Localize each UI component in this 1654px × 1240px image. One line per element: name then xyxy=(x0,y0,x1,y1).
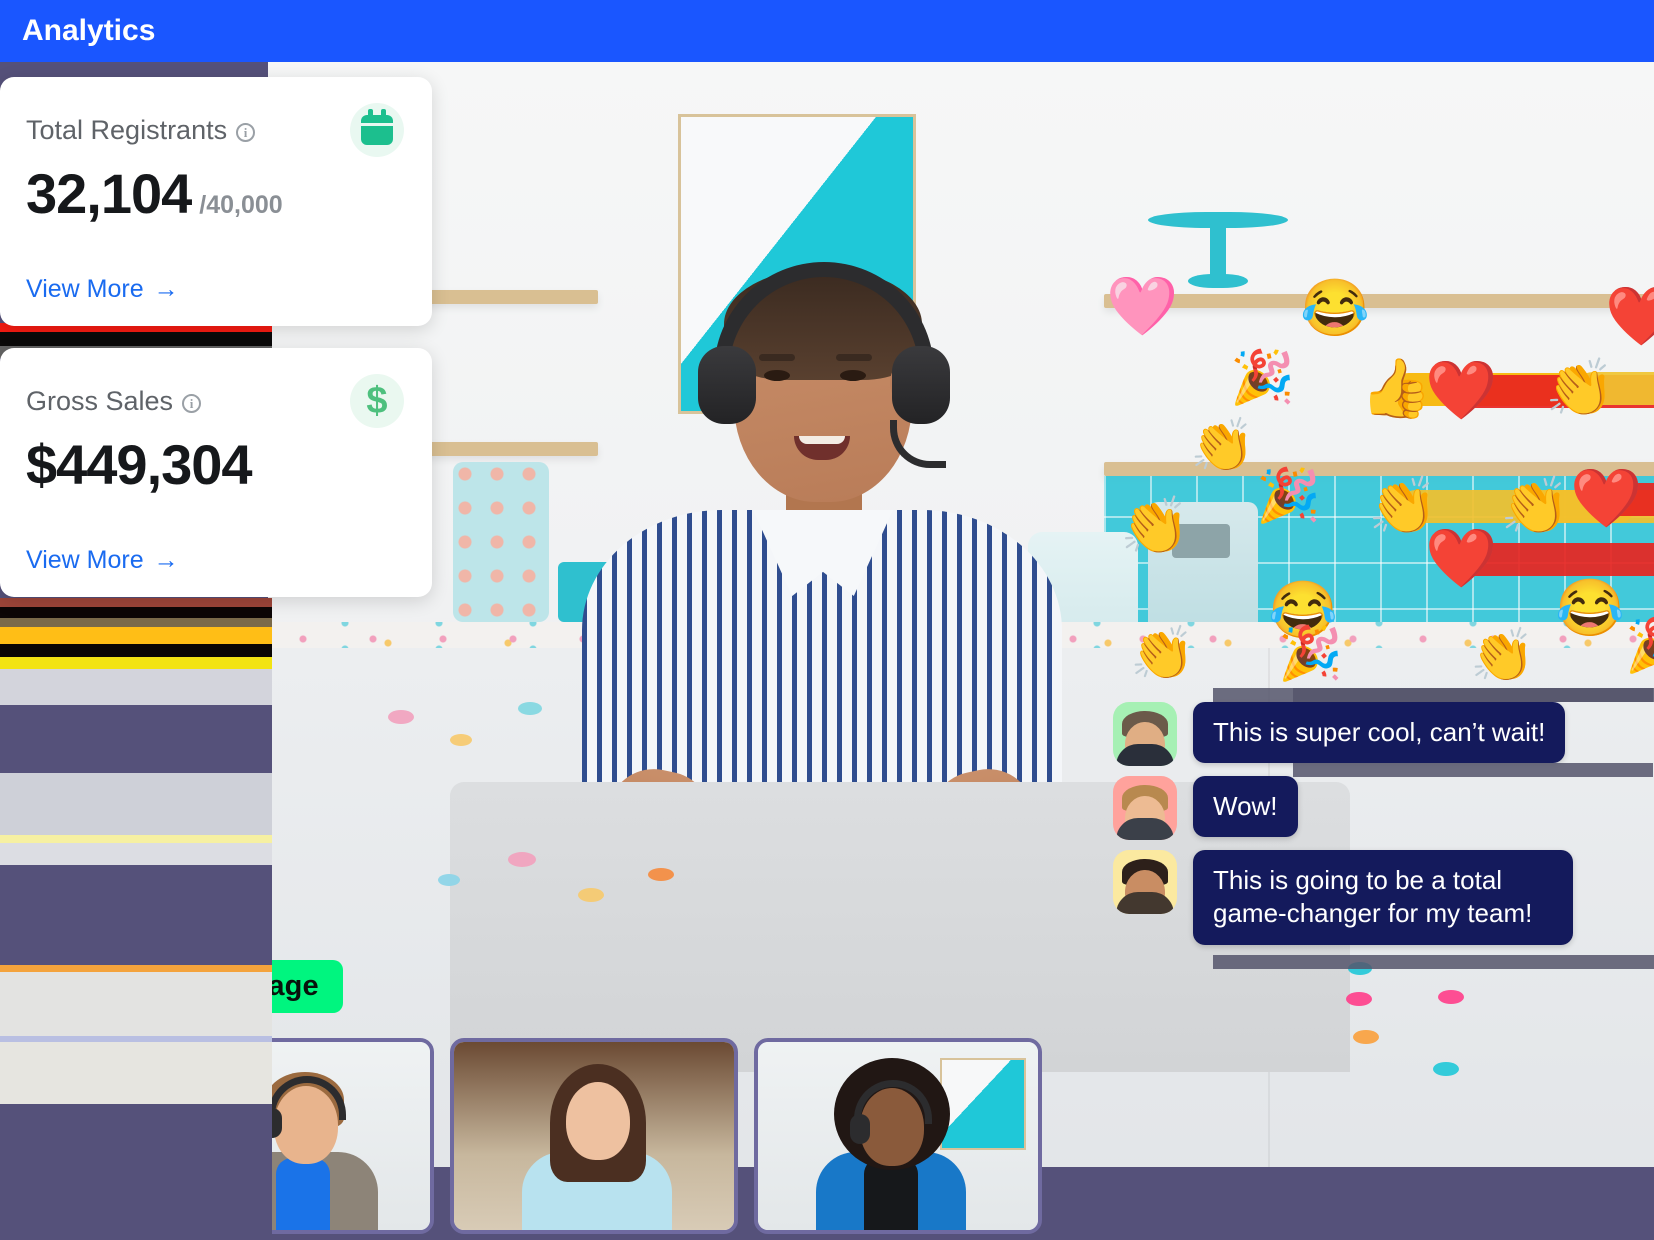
metric-card-registrants[interactable]: Total Registrants i 32,104 /40,000 View … xyxy=(0,77,432,326)
artifact-band xyxy=(0,644,272,657)
artifact-band xyxy=(0,865,272,965)
artifact-band xyxy=(0,627,272,644)
avatar[interactable] xyxy=(1113,776,1177,840)
metric-target: /40,000 xyxy=(199,191,283,219)
chat-message: This is super cool, can’t wait! xyxy=(1113,687,1654,778)
cake-stand xyxy=(1148,212,1288,294)
artifact-band xyxy=(0,657,272,669)
dollar-glyph: $ xyxy=(366,380,388,422)
arrow-right-icon: → xyxy=(153,546,179,574)
card-header: Gross Sales i $ xyxy=(0,348,432,428)
view-more-link[interactable]: View More → xyxy=(26,275,179,304)
card-value-row: $449,304 xyxy=(0,428,432,497)
participant-thumbnail[interactable] xyxy=(754,1038,1042,1234)
artifact-band xyxy=(0,618,272,627)
artifact-band xyxy=(0,1042,272,1104)
metric-value: 32,104 xyxy=(26,162,192,225)
analytics-topbar: Analytics xyxy=(0,0,1654,62)
canister xyxy=(453,462,549,622)
card-label: Total Registrants xyxy=(26,114,228,145)
artifact-band xyxy=(0,598,272,607)
avatar[interactable] xyxy=(1113,702,1177,766)
calendar-icon xyxy=(350,103,404,157)
thumbnail-face xyxy=(566,1082,630,1160)
main-speaker-video[interactable] xyxy=(268,62,1654,1167)
artifact-band xyxy=(0,705,272,773)
info-icon[interactable]: i xyxy=(236,122,256,142)
thumbnail-shirt xyxy=(276,1158,330,1230)
view-more-link[interactable]: View More → xyxy=(26,546,179,575)
card-value-row: 32,104 /40,000 xyxy=(0,157,432,226)
arrow-right-icon: → xyxy=(153,275,179,303)
chat-bubble: This is going to be a total game-changer… xyxy=(1193,850,1573,945)
participant-thumbnail[interactable] xyxy=(450,1038,738,1234)
headset-earcup-icon xyxy=(850,1114,870,1144)
metric-card-gross-sales[interactable]: Gross Sales i $ $449,304 View More → xyxy=(0,348,432,597)
avatar[interactable] xyxy=(1113,850,1177,914)
page-title: Analytics xyxy=(22,14,156,47)
view-more-label: View More xyxy=(26,275,144,303)
chat-message: This is going to be a total game-changer… xyxy=(1113,850,1654,945)
artifact-band xyxy=(0,669,272,705)
artifact-band xyxy=(0,843,272,865)
artifact-band xyxy=(0,972,272,1036)
metric-value: $449,304 xyxy=(26,433,253,496)
artifact-band xyxy=(0,607,272,618)
artifact-band xyxy=(0,1104,272,1240)
participant-thumbnail-strip xyxy=(146,1038,1042,1234)
chat-bubble: Wow! xyxy=(1193,776,1298,838)
view-more-label: View More xyxy=(26,546,144,574)
shelf xyxy=(1104,462,1654,476)
info-icon[interactable]: i xyxy=(182,393,202,413)
artifact-band xyxy=(0,773,272,835)
card-header: Total Registrants i xyxy=(0,77,432,157)
artifact-band xyxy=(0,965,272,972)
chat-message-list: This is super cool, can’t wait! Wow! Thi… xyxy=(1113,687,1654,955)
chat-bubble: This is super cool, can’t wait! xyxy=(1193,687,1654,778)
artifact-band xyxy=(0,835,272,843)
artifact-band xyxy=(0,332,272,346)
thumbnail-wall-art xyxy=(940,1058,1026,1150)
dollar-icon: $ xyxy=(350,374,404,428)
shelf xyxy=(1104,294,1654,308)
chat-message: Wow! xyxy=(1113,776,1654,840)
card-label: Gross Sales xyxy=(26,385,174,416)
